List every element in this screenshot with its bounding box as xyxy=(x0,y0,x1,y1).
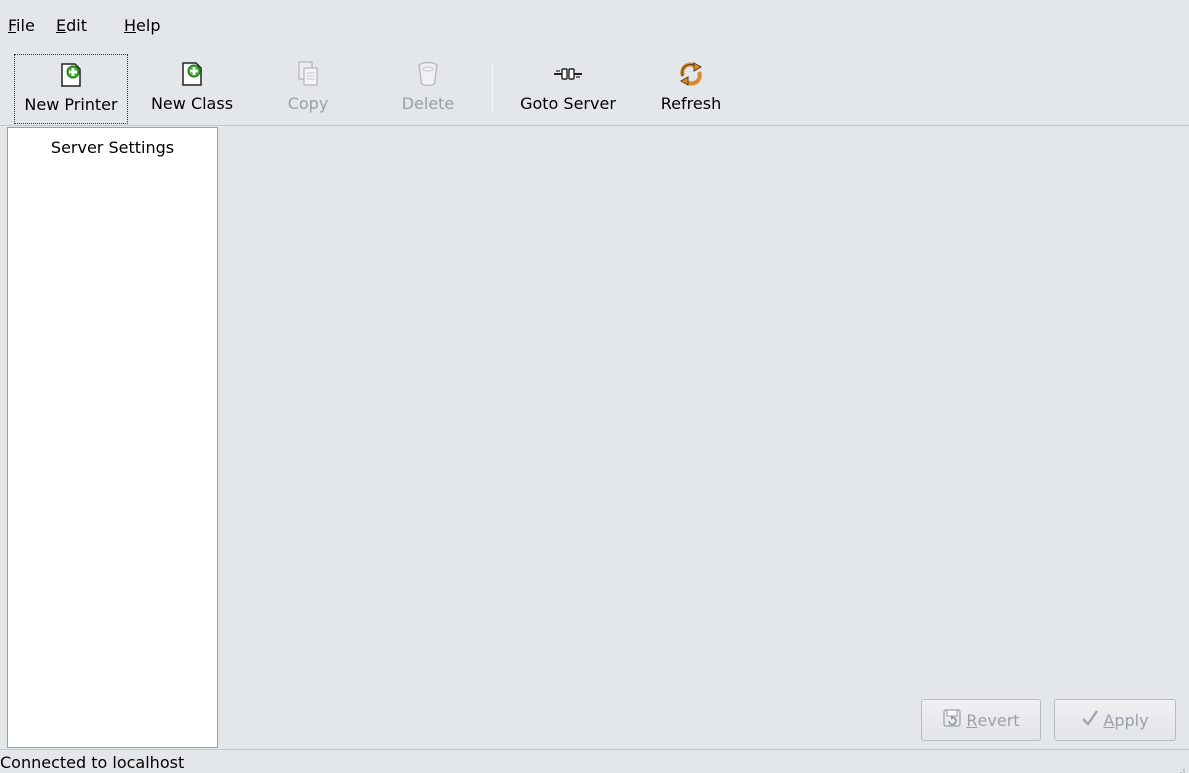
revert-icon xyxy=(942,708,962,732)
revert-mnemonic: R xyxy=(966,710,978,730)
menu-edit-mnemonic: E xyxy=(56,16,67,35)
menu-edit-label: dit xyxy=(66,16,87,35)
revert-button[interactable]: Revert xyxy=(921,699,1041,741)
new-printer-icon xyxy=(51,55,91,95)
new-class-label: New Class xyxy=(150,94,234,113)
main-panel xyxy=(219,127,1189,748)
resize-grip-icon[interactable] xyxy=(1176,760,1186,773)
refresh-icon xyxy=(671,54,711,94)
revert-label: evert xyxy=(977,710,1020,730)
apply-mnemonic: A xyxy=(1103,710,1115,730)
toolbar-separator xyxy=(492,62,493,114)
apply-button[interactable]: Apply xyxy=(1054,699,1176,741)
menu-help-mnemonic: H xyxy=(124,16,137,35)
new-class-icon xyxy=(172,54,212,94)
menu-help[interactable]: Help xyxy=(124,16,160,36)
copy-icon xyxy=(288,54,328,94)
menu-file-mnemonic: F xyxy=(8,16,17,35)
printer-config-window: File Edit Help New Printer New Class Cop… xyxy=(0,0,1189,773)
menu-bar: File Edit Help xyxy=(0,0,1189,44)
menu-file[interactable]: File xyxy=(8,16,35,36)
status-text: Connected to localhost xyxy=(0,753,185,772)
refresh-label: Refresh xyxy=(660,94,722,113)
connector-icon xyxy=(548,54,588,94)
tree-item-server-settings[interactable]: Server Settings xyxy=(8,138,217,158)
printer-tree[interactable]: Server Settings xyxy=(7,127,218,748)
delete-button[interactable]: Delete xyxy=(384,54,472,124)
toolbar: New Printer New Class Copy Delete Goto S… xyxy=(0,44,1189,126)
menu-file-label: ile xyxy=(16,16,35,35)
trash-icon xyxy=(408,54,448,94)
apply-label: pply xyxy=(1114,710,1149,730)
status-bar: Connected to localhost xyxy=(0,749,1189,773)
copy-button[interactable]: Copy xyxy=(270,54,346,124)
goto-server-button[interactable]: Goto Server xyxy=(509,54,627,124)
menu-edit[interactable]: Edit xyxy=(56,16,87,36)
new-printer-button[interactable]: New Printer xyxy=(14,54,128,124)
new-printer-label: New Printer xyxy=(24,95,118,114)
copy-label: Copy xyxy=(287,94,329,113)
menu-help-label: elp xyxy=(136,16,161,35)
delete-label: Delete xyxy=(401,94,455,113)
goto-server-label: Goto Server xyxy=(520,94,616,113)
checkmark-icon xyxy=(1081,709,1099,731)
refresh-button[interactable]: Refresh xyxy=(651,54,731,124)
new-class-button[interactable]: New Class xyxy=(142,54,242,124)
